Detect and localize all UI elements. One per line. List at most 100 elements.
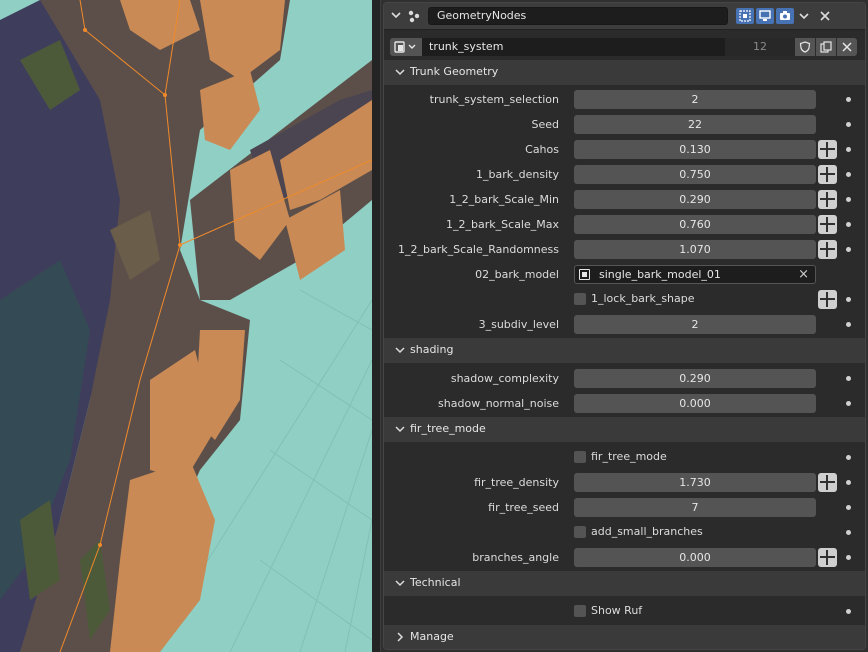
keyframe-dot-icon[interactable] xyxy=(846,505,851,510)
viewport-display-toggle-icon[interactable] xyxy=(756,8,774,24)
bark-scale-min-field[interactable]: 0.290 xyxy=(574,190,816,209)
fake-user-shield-icon[interactable] xyxy=(795,38,815,56)
input-row: 1_bark_density 0.750 xyxy=(384,162,865,187)
keyframe-dot-icon[interactable] xyxy=(846,172,851,177)
attribute-toggle-icon[interactable] xyxy=(818,140,837,159)
bark-model-object-field[interactable]: single_bark_model_01 × xyxy=(574,265,816,284)
3d-viewport[interactable] xyxy=(0,0,372,652)
checkbox-label: fir_tree_mode xyxy=(591,450,667,463)
clear-close-icon[interactable]: × xyxy=(798,267,809,282)
checkbox-label: add_small_branches xyxy=(591,525,703,538)
checkbox-label: Show Ruf xyxy=(591,604,643,617)
section-title: Technical xyxy=(410,576,461,589)
subdiv-level-field[interactable]: 2 xyxy=(574,315,816,334)
input-row: add_small_branches xyxy=(384,520,865,545)
keyframe-dot-icon[interactable] xyxy=(846,555,851,560)
keyframe-dot-icon[interactable] xyxy=(846,222,851,227)
input-row: 1_lock_bark_shape xyxy=(384,287,865,312)
trunk-system-selection-field[interactable]: 2 xyxy=(574,90,816,109)
attribute-toggle-icon[interactable] xyxy=(818,548,837,567)
keyframe-dot-icon[interactable] xyxy=(846,122,851,127)
lock-bark-shape-checkbox[interactable] xyxy=(574,293,586,305)
node-group-name-field[interactable]: trunk_system xyxy=(422,38,725,56)
node-group-browse-button[interactable] xyxy=(390,38,422,56)
modifier-name-field[interactable]: GeometryNodes xyxy=(428,7,728,25)
attribute-toggle-icon[interactable] xyxy=(818,290,837,309)
duplicate-icon[interactable] xyxy=(816,38,836,56)
input-label: shadow_normal_noise xyxy=(438,397,559,410)
attribute-toggle-icon[interactable] xyxy=(818,190,837,209)
geometry-nodes-icon xyxy=(406,8,422,24)
section-title: Trunk Geometry xyxy=(410,65,499,78)
branches-angle-field[interactable]: 0.000 xyxy=(574,548,816,567)
keyframe-dot-icon[interactable] xyxy=(846,480,851,485)
edit-mode-toggle-icon[interactable] xyxy=(736,8,754,24)
input-label: 3_subdiv_level xyxy=(478,318,559,331)
shadow-normal-noise-field[interactable]: 0.000 xyxy=(574,394,816,413)
keyframe-dot-icon[interactable] xyxy=(846,197,851,202)
fir-tree-density-field[interactable]: 1.730 xyxy=(574,473,816,492)
modifier-header: GeometryNodes xyxy=(384,3,865,30)
keyframe-dot-icon[interactable] xyxy=(846,455,851,460)
modifier-panel: GeometryNodes trunk_system 12 Trunk Geom… xyxy=(383,2,866,650)
keyframe-dot-icon[interactable] xyxy=(846,247,851,252)
section-fir-tree-mode[interactable]: fir_tree_mode xyxy=(384,416,865,442)
collapse-chevron-icon[interactable] xyxy=(390,9,402,21)
node-group-selector: trunk_system 12 xyxy=(384,35,865,59)
bark-density-field[interactable]: 0.750 xyxy=(574,165,816,184)
keyframe-dot-icon[interactable] xyxy=(846,297,851,302)
area-divider[interactable] xyxy=(372,0,380,652)
keyframe-dot-icon[interactable] xyxy=(846,97,851,102)
input-label: 1_2_bark_Scale_Min xyxy=(449,193,559,206)
input-row: fir_tree_mode xyxy=(384,445,865,470)
input-row: Cahos 0.130 xyxy=(384,137,865,162)
unlink-close-icon[interactable] xyxy=(837,38,857,56)
input-label: 1_bark_density xyxy=(476,168,559,181)
input-row: shadow_complexity 0.290 xyxy=(384,366,865,391)
attribute-toggle-icon[interactable] xyxy=(818,240,837,259)
chevron-down-icon xyxy=(395,426,405,433)
section-technical[interactable]: Technical xyxy=(384,570,865,596)
shadow-complexity-field[interactable]: 0.290 xyxy=(574,369,816,388)
chevron-right-icon xyxy=(397,632,404,642)
node-group-users-count: 12 xyxy=(725,38,795,56)
dropdown-chevron-icon[interactable] xyxy=(798,10,810,22)
chevron-down-icon xyxy=(395,347,405,354)
attribute-toggle-icon[interactable] xyxy=(818,165,837,184)
show-ruf-checkbox[interactable] xyxy=(574,605,586,617)
keyframe-dot-icon[interactable] xyxy=(846,147,851,152)
input-label: 1_2_bark_Scale_Max xyxy=(446,218,559,231)
keyframe-dot-icon[interactable] xyxy=(846,609,851,614)
input-row: 1_2_bark_Scale_Randomness 1.070 xyxy=(384,237,865,262)
input-row: branches_angle 0.000 xyxy=(384,545,865,570)
render-toggle-icon[interactable] xyxy=(776,8,794,24)
bark-scale-max-field[interactable]: 0.760 xyxy=(574,215,816,234)
bark-scale-randomness-field[interactable]: 1.070 xyxy=(574,240,816,259)
input-row: 1_2_bark_Scale_Max 0.760 xyxy=(384,212,865,237)
attribute-toggle-icon[interactable] xyxy=(818,215,837,234)
keyframe-dot-icon[interactable] xyxy=(846,530,851,535)
input-row: fir_tree_density 1.730 xyxy=(384,470,865,495)
keyframe-dot-icon[interactable] xyxy=(846,322,851,327)
section-trunk-geometry[interactable]: Trunk Geometry xyxy=(384,59,865,85)
input-row: 3_subdiv_level 2 xyxy=(384,312,865,337)
add-small-branches-checkbox[interactable] xyxy=(574,526,586,538)
fir-tree-seed-field[interactable]: 7 xyxy=(574,498,816,517)
input-label: fir_tree_seed xyxy=(488,501,559,514)
fir-tree-mode-checkbox[interactable] xyxy=(574,451,586,463)
input-row: trunk_system_selection 2 xyxy=(384,87,865,112)
keyframe-dot-icon[interactable] xyxy=(846,376,851,381)
keyframe-dot-icon[interactable] xyxy=(846,401,851,406)
section-shading[interactable]: shading xyxy=(384,337,865,363)
section-manage[interactable]: Manage xyxy=(384,624,865,649)
input-label: branches_angle xyxy=(472,551,559,564)
input-label: fir_tree_density xyxy=(474,476,559,489)
close-icon[interactable] xyxy=(818,9,832,23)
checkbox-label: 1_lock_bark_shape xyxy=(591,292,695,305)
seed-field[interactable]: 22 xyxy=(574,115,816,134)
chevron-down-icon xyxy=(395,580,405,587)
input-label: Seed xyxy=(531,118,560,131)
attribute-toggle-icon[interactable] xyxy=(818,473,837,492)
input-label: trunk_system_selection xyxy=(429,93,559,106)
cahos-field[interactable]: 0.130 xyxy=(574,140,816,159)
